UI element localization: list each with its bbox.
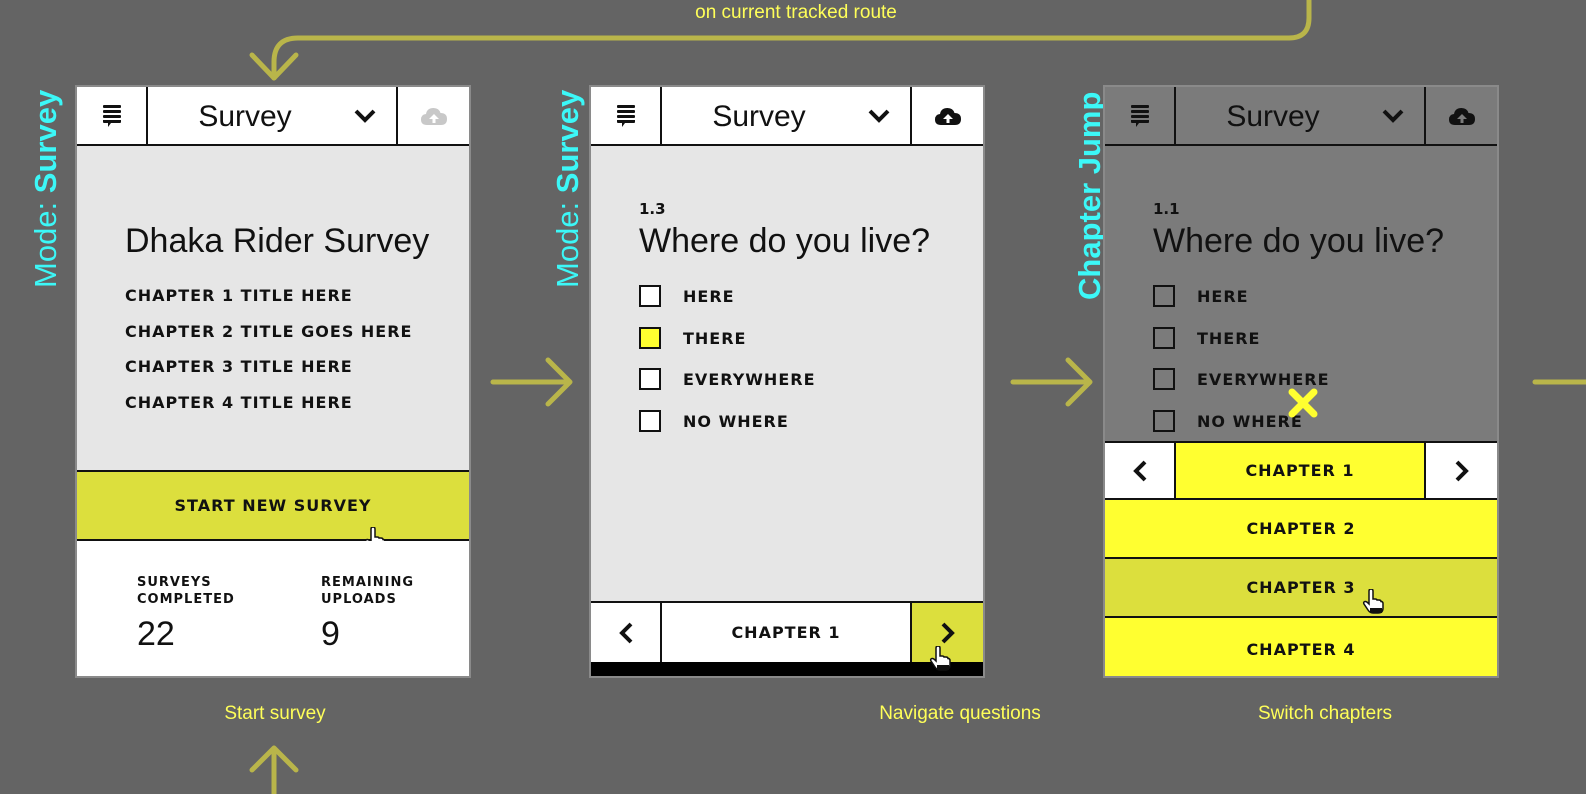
close-x-icon[interactable]	[1288, 388, 1318, 418]
start-button-label: START NEW SURVEY	[174, 496, 372, 515]
option-checkbox[interactable]	[639, 285, 661, 307]
option-label[interactable]: THERE	[683, 329, 746, 348]
option-label: EVERYWHERE	[1197, 370, 1330, 389]
screen-start-survey: Survey Dhaka Rider Survey CHAPTER 1 TITL…	[75, 85, 471, 678]
mode-label-1: Mode: Survey	[28, 89, 63, 288]
option-label[interactable]: EVERYWHERE	[683, 370, 816, 389]
option-label[interactable]: NO WHERE	[683, 412, 789, 431]
top-bar: Survey	[1105, 87, 1497, 146]
current-chapter-label: CHAPTER 1	[1245, 461, 1355, 480]
cloud-upload-icon	[420, 107, 447, 125]
pointer-hand-icon	[1362, 589, 1384, 614]
top-bar: Survey	[591, 87, 983, 146]
header-title: Survey	[1226, 100, 1320, 133]
chapter-list-item[interactable]: CHAPTER 3 TITLE HERE	[125, 357, 353, 376]
option-label: THERE	[1197, 329, 1261, 348]
question-text: Where do you live?	[639, 222, 931, 260]
option-checkbox[interactable]	[639, 368, 661, 390]
option-checkbox	[1153, 410, 1175, 432]
question-number: 1.3	[639, 200, 666, 218]
chapter-option-label: CHAPTER 2	[1246, 519, 1356, 538]
survey-selector[interactable]: Survey	[148, 87, 398, 144]
chapter-option-label: CHAPTER 4	[1246, 639, 1356, 659]
menu-button[interactable]	[591, 87, 662, 144]
stat-value-remaining: 9	[321, 615, 340, 653]
menu-icon	[616, 104, 635, 127]
header-title: Survey	[198, 100, 292, 133]
route-note: on current tracked route	[695, 2, 897, 23]
stat-value-completed: 22	[137, 615, 175, 653]
pointer-hand-icon	[929, 646, 951, 671]
stats-panel: SURVEYS COMPLETED 22 REMAINING UPLOADS 9	[77, 541, 469, 676]
chapter-list-item[interactable]: CHAPTER 1 TITLE HERE	[125, 286, 353, 305]
entry-arrow	[249, 745, 299, 794]
caption-start-survey: Start survey	[224, 703, 326, 724]
option-label: NO WHERE	[1197, 412, 1303, 431]
chevron-down-icon	[354, 109, 376, 123]
chevron-down-icon	[868, 109, 890, 123]
chevron-left-icon	[1132, 460, 1146, 481]
cloud-upload-icon	[934, 107, 961, 125]
chevron-right-icon	[941, 622, 955, 643]
flow-arrow-2	[1010, 357, 1093, 407]
progress-bar	[591, 662, 983, 676]
chapter-option-label: CHAPTER 3	[1246, 578, 1356, 597]
chevron-right-icon	[1455, 460, 1469, 481]
flow-arrow-1	[490, 357, 573, 407]
chevron-left-icon	[618, 622, 632, 643]
question-navigation: CHAPTER 1	[591, 601, 983, 662]
question-number: 1.1	[1153, 200, 1180, 218]
survey-selector[interactable]: Survey	[662, 87, 912, 144]
stat-label-remaining: REMAINING UPLOADS	[321, 575, 414, 607]
chapter-jump-header: CHAPTER 1	[1105, 441, 1497, 500]
upload-button[interactable]	[1426, 87, 1497, 144]
option-checkbox	[1153, 285, 1175, 307]
option-checkbox	[1153, 368, 1175, 390]
caption-navigate-questions: Navigate questions	[879, 703, 1041, 724]
chapter-option[interactable]: CHAPTER 2	[1105, 500, 1497, 559]
mode-label-3: Chapter Jump	[1072, 91, 1107, 300]
header-title: Survey	[712, 100, 806, 133]
screen-navigate-questions: Survey 1.3 Where do you live? HERE THERE…	[589, 85, 985, 678]
top-bar: Survey	[77, 87, 469, 146]
chapter-option[interactable]: CHAPTER 4	[1105, 618, 1497, 676]
current-chapter-label: CHAPTER 1	[731, 623, 841, 642]
mode-label-2: Mode: Survey	[550, 89, 585, 288]
option-checkbox[interactable]	[639, 410, 661, 432]
chapter-list-item[interactable]: CHAPTER 2 TITLE GOES HERE	[125, 322, 412, 341]
previous-question-button[interactable]	[591, 603, 662, 662]
menu-button[interactable]	[77, 87, 148, 144]
menu-button[interactable]	[1105, 87, 1176, 144]
start-new-survey-button[interactable]: START NEW SURVEY	[77, 470, 469, 541]
previous-chapter-button[interactable]	[1105, 443, 1176, 498]
screen-switch-chapters: Survey 1.1 Where do you live? HERE THERE…	[1103, 85, 1499, 678]
chapter-option-hover[interactable]: CHAPTER 3	[1105, 559, 1497, 618]
chapter-list-item[interactable]: CHAPTER 4 TITLE HERE	[125, 393, 353, 412]
current-chapter[interactable]: CHAPTER 1	[1176, 443, 1426, 498]
current-chapter-button[interactable]: CHAPTER 1	[662, 603, 912, 662]
option-label: HERE	[1197, 287, 1249, 306]
option-label[interactable]: HERE	[683, 287, 735, 306]
chevron-down-icon	[1382, 109, 1404, 123]
option-checkbox-checked[interactable]	[639, 327, 661, 349]
upload-button[interactable]	[912, 87, 983, 144]
menu-icon	[1130, 104, 1149, 127]
stat-label-completed: SURVEYS COMPLETED	[137, 575, 235, 607]
next-chapter-button[interactable]	[1426, 443, 1497, 498]
menu-icon	[102, 104, 121, 127]
survey-selector[interactable]: Survey	[1176, 87, 1426, 144]
option-checkbox	[1153, 327, 1175, 349]
cloud-upload-icon	[1448, 107, 1475, 125]
caption-switch-chapters: Switch chapters	[1257, 703, 1393, 724]
survey-title: Dhaka Rider Survey	[125, 222, 430, 260]
question-text: Where do you live?	[1153, 222, 1445, 260]
upload-button[interactable]	[398, 87, 469, 144]
